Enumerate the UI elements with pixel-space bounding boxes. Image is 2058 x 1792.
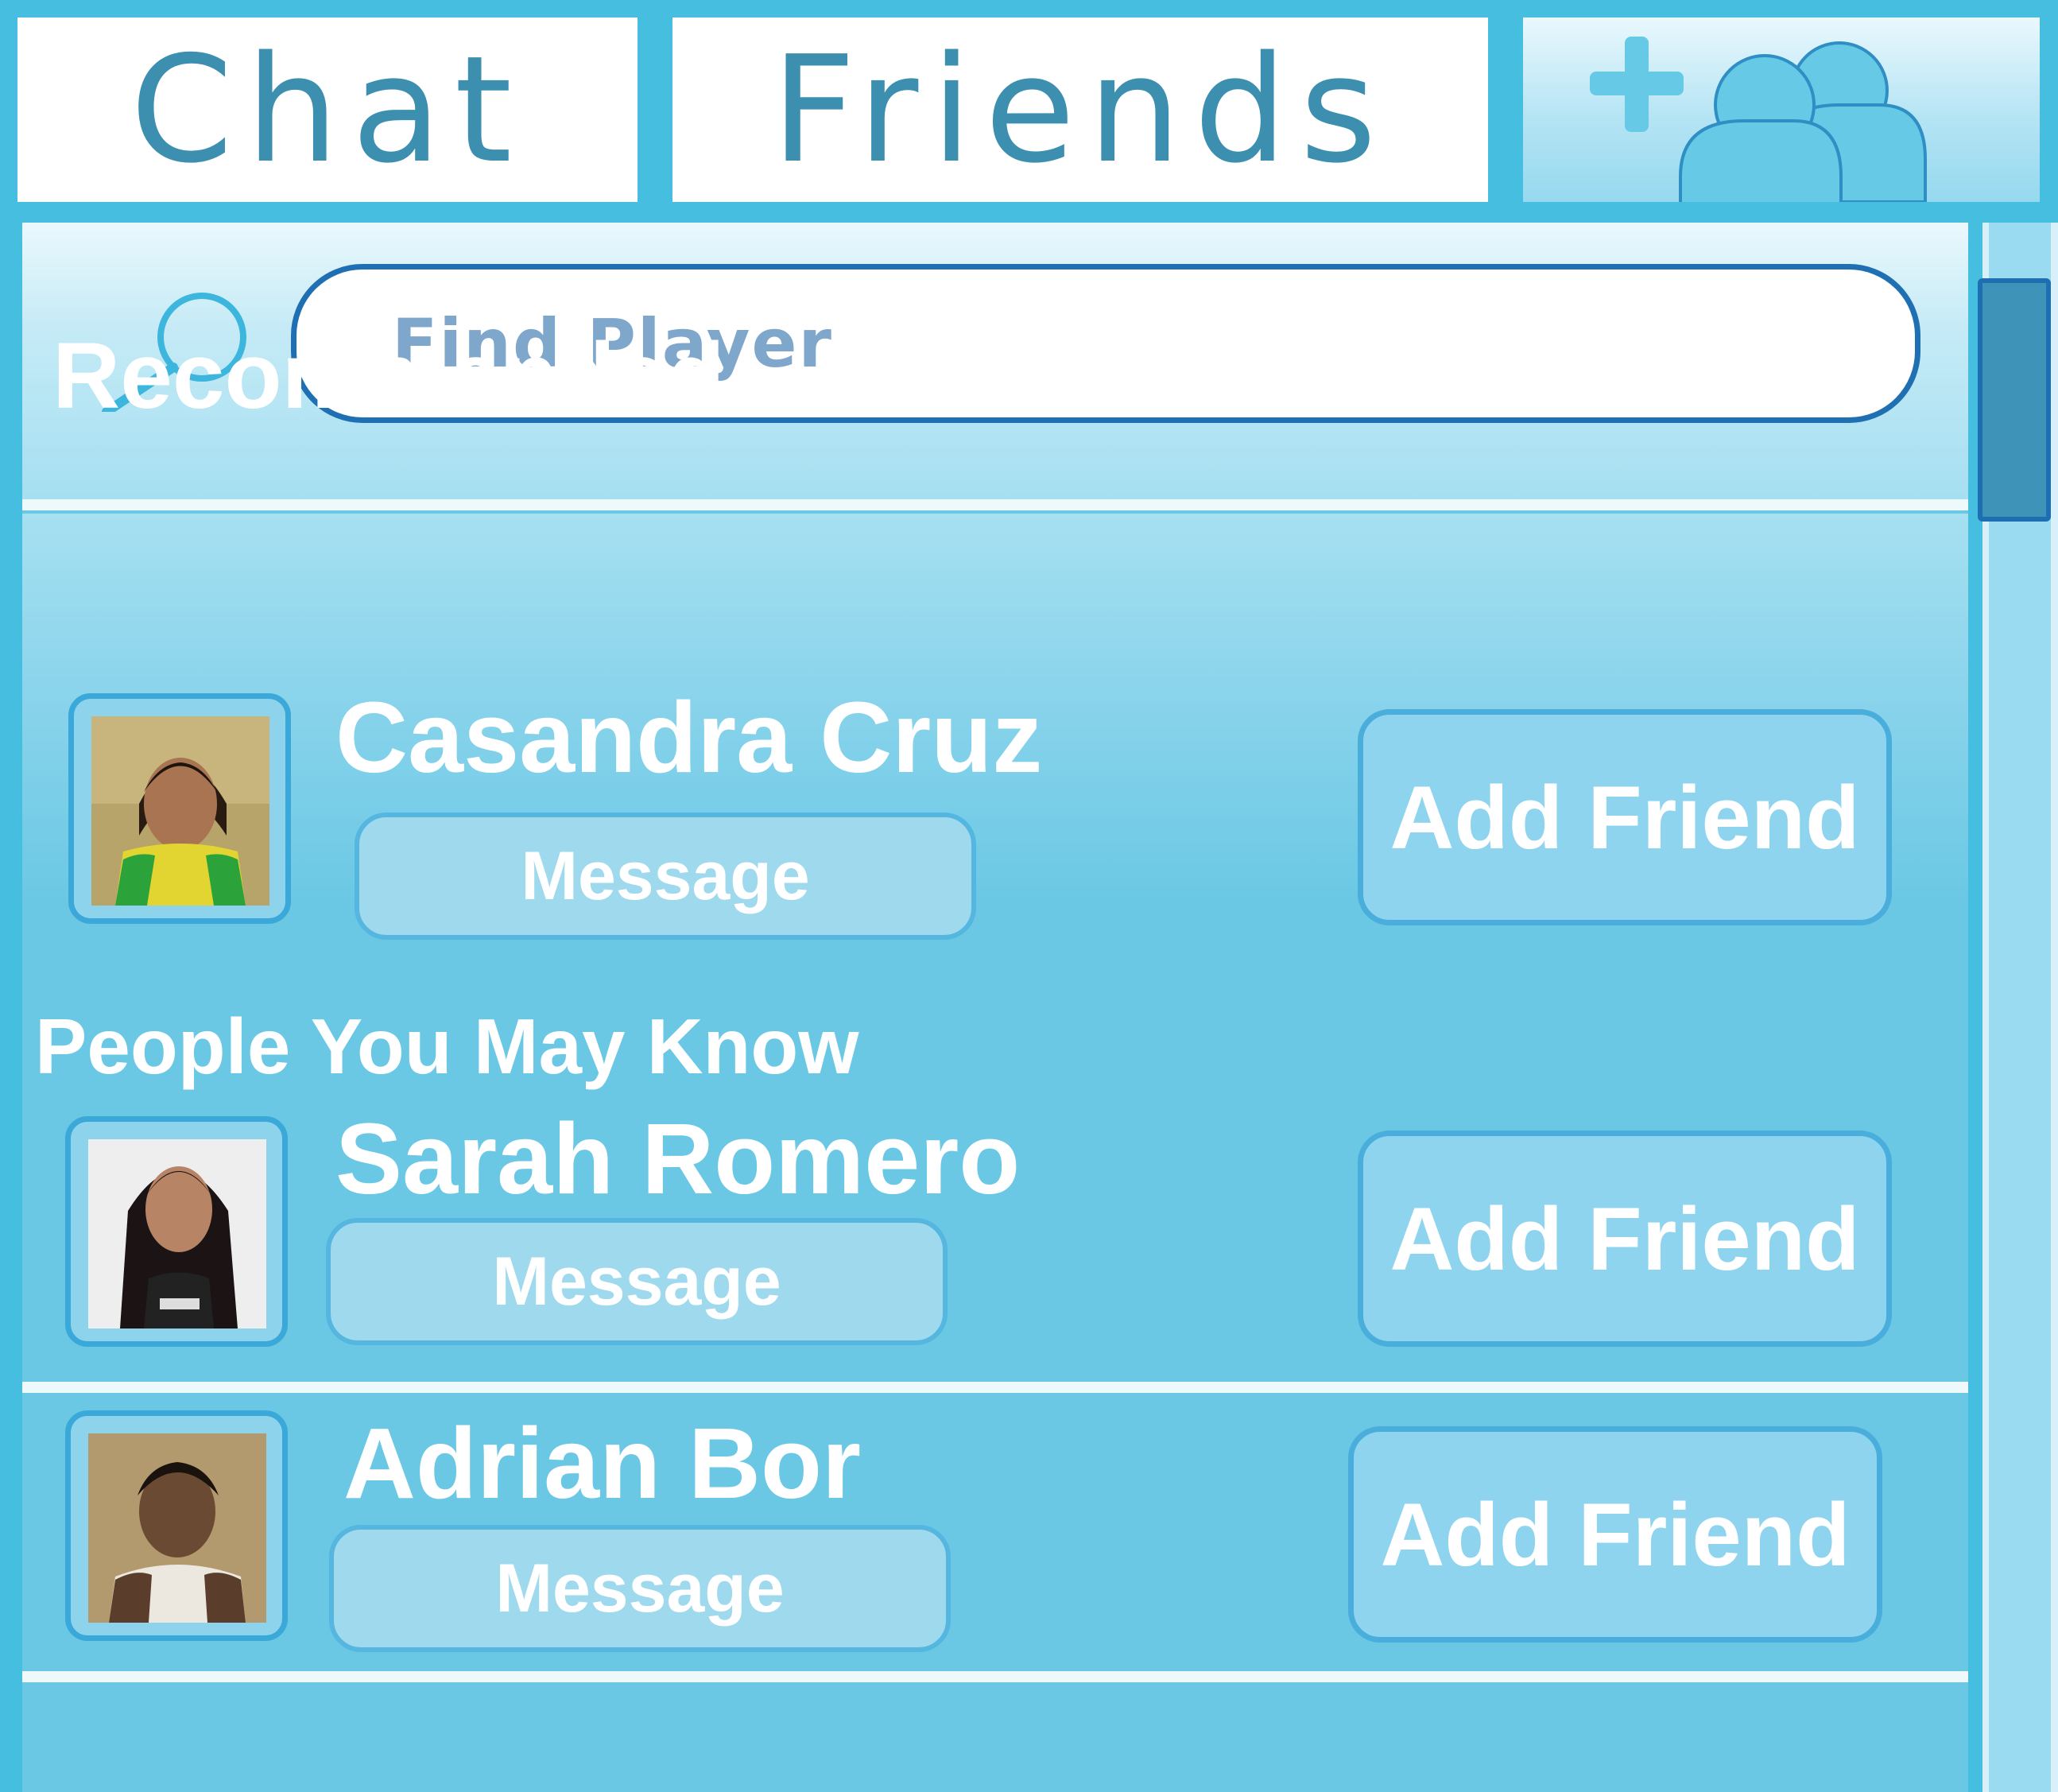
tab-chat[interactable]: Chat	[17, 17, 638, 202]
add-friend-button[interactable]: Add Friend	[1358, 1131, 1892, 1347]
scrollbar-thumb[interactable]	[1978, 278, 2051, 522]
avatar-frame[interactable]	[65, 1116, 288, 1347]
tab-add-friend[interactable]	[1523, 17, 2040, 202]
message-button[interactable]: Message	[329, 1525, 951, 1652]
tab-chat-label: Chat	[130, 24, 525, 196]
add-friend-button[interactable]: Add Friend	[1358, 709, 1892, 925]
avatar-frame[interactable]	[68, 693, 291, 924]
message-button[interactable]: Message	[326, 1218, 948, 1345]
person-name: Sarah Romero	[335, 1103, 1021, 1215]
avatar	[91, 716, 269, 906]
add-user-icon	[1590, 37, 1927, 202]
message-button[interactable]: Message	[355, 813, 976, 940]
section-title-people-you-may-know: People You May Know	[35, 1003, 859, 1090]
tab-friends[interactable]: Friends	[672, 17, 1488, 202]
person-name: Adrian Bor	[343, 1407, 862, 1519]
avatar-frame[interactable]	[65, 1410, 288, 1641]
add-friend-button[interactable]: Add Friend	[1348, 1426, 1882, 1643]
divider	[22, 1382, 1968, 1393]
tab-friends-label: Friends	[771, 24, 1389, 196]
avatar	[88, 1139, 266, 1328]
person-name: Casandra Cruz	[335, 681, 1043, 793]
avatar	[88, 1433, 266, 1623]
section-title-recommended: Recommended	[52, 324, 725, 429]
divider	[22, 499, 1968, 510]
divider	[22, 1671, 1968, 1682]
